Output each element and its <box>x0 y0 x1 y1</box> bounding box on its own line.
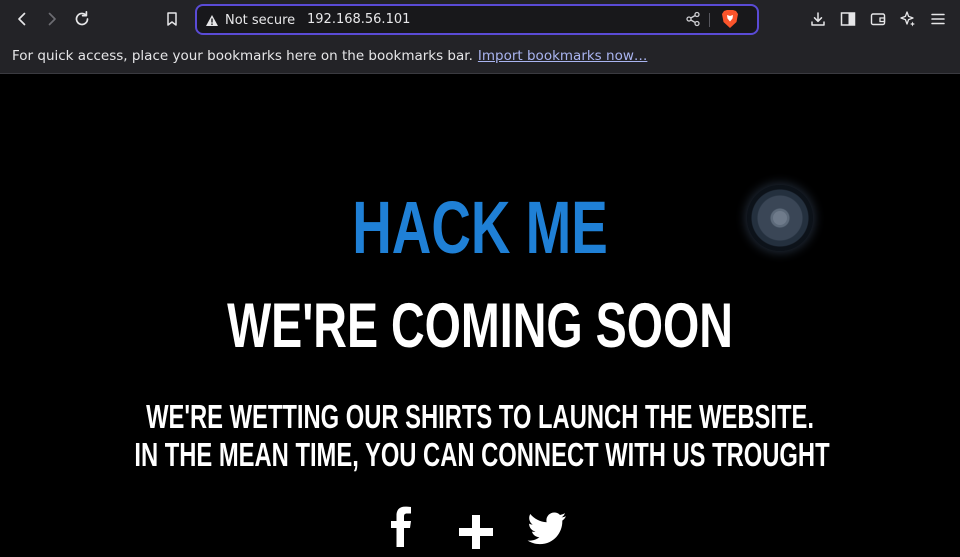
url-divider <box>709 13 710 27</box>
leo-ai-button[interactable] <box>896 7 920 31</box>
page-title: HACK ME <box>352 186 608 269</box>
forward-button[interactable] <box>40 7 64 31</box>
floating-orb-widget[interactable] <box>747 185 813 251</box>
share-icon <box>686 11 700 27</box>
download-icon <box>811 12 825 26</box>
reload-button[interactable] <box>70 7 94 31</box>
share-button[interactable] <box>685 11 701 31</box>
security-label: Not secure <box>225 12 296 28</box>
google-plus-icon <box>459 515 493 549</box>
twitter-link[interactable] <box>527 512 567 550</box>
back-icon <box>18 12 26 26</box>
menu-button[interactable] <box>926 7 950 31</box>
url-text[interactable]: 192.168.56.101 <box>307 12 410 27</box>
reload-icon <box>75 10 89 26</box>
google-plus-link[interactable] <box>459 515 493 553</box>
page-message: WE'RE WETTING OUR SHIRTS TO LAUNCH THE W… <box>134 398 830 474</box>
forward-icon <box>48 12 56 26</box>
bookmark-icon <box>167 12 177 26</box>
menu-icon <box>931 13 945 25</box>
back-button[interactable] <box>10 7 34 31</box>
brave-shields-button[interactable] <box>721 9 739 33</box>
bookmarks-bar: For quick access, place your bookmarks h… <box>0 38 960 74</box>
warning-icon <box>206 14 218 26</box>
message-line-1: WE'RE WETTING OUR SHIRTS TO LAUNCH THE W… <box>146 398 814 435</box>
security-indicator[interactable]: Not secure <box>205 12 295 28</box>
social-links <box>0 505 960 557</box>
browser-toolbar: Not secure 192.168.56.101 <box>0 0 960 38</box>
sidebar-icon <box>840 12 856 26</box>
bookmarks-hint: For quick access, place your bookmarks h… <box>12 47 473 64</box>
twitter-icon <box>527 512 566 545</box>
downloads-button[interactable] <box>806 7 830 31</box>
wallet-icon <box>870 13 886 26</box>
sidebar-button[interactable] <box>836 7 860 31</box>
address-bar[interactable]: Not secure 192.168.56.101 <box>195 4 759 35</box>
bookmark-button[interactable] <box>160 7 184 31</box>
leo-ai-icon <box>900 11 915 27</box>
page-subtitle: WE'RE COMING SOON <box>227 291 733 361</box>
message-line-2: IN THE MEAN TIME, YOU CAN CONNECT WITH U… <box>134 436 830 473</box>
import-bookmarks-link[interactable]: Import bookmarks now… <box>478 48 647 64</box>
page-content: HACK ME WE'RE COMING SOON WE'RE WETTING … <box>0 75 960 557</box>
wallet-button[interactable] <box>866 7 890 31</box>
brave-shield-icon <box>722 10 738 28</box>
facebook-link[interactable] <box>388 505 414 551</box>
facebook-icon <box>391 506 411 547</box>
